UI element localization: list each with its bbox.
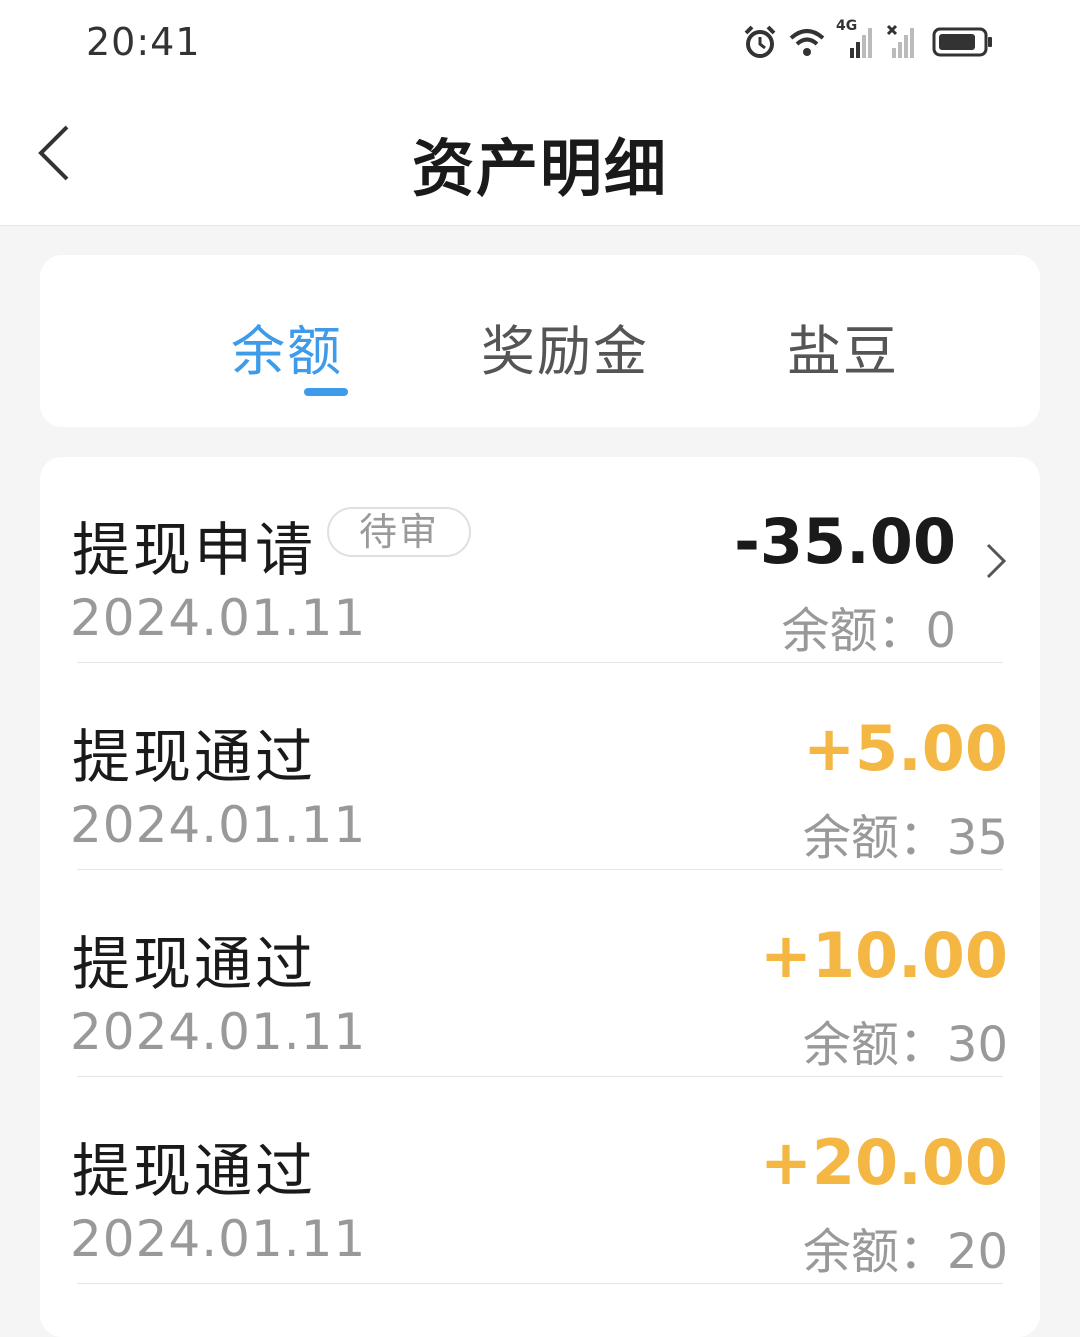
status-time: 20:41 xyxy=(86,20,201,64)
status-icons: 4G xyxy=(742,18,994,62)
transaction-title: 提现通过 xyxy=(72,1137,317,1205)
active-tab-indicator xyxy=(304,388,348,396)
status-badge: 待审 xyxy=(327,507,471,557)
transaction-amount: -35.00 xyxy=(734,505,956,578)
battery-icon xyxy=(932,26,994,58)
tab-reward[interactable]: 奖励金 xyxy=(481,307,649,386)
transaction-amount: +20.00 xyxy=(759,1126,1008,1199)
page-title: 资产明细 xyxy=(411,132,668,205)
transaction-date: 2024.01.11 xyxy=(70,1003,367,1061)
status-bar: 20:41 4G xyxy=(0,0,1080,88)
tab-balance[interactable]: 余额 xyxy=(231,307,343,386)
divider xyxy=(77,1283,1003,1284)
divider xyxy=(77,662,1003,663)
transaction-amount: +10.00 xyxy=(759,919,1008,992)
transaction-balance: 余额：20 xyxy=(802,1224,1008,1280)
signal-4g-icon: 4G xyxy=(836,18,876,60)
transaction-balance: 余额：30 xyxy=(802,1017,1008,1073)
tabs-card: 余额 奖励金 盐豆 xyxy=(40,255,1040,427)
app-header: 资产明细 xyxy=(0,88,1080,226)
tab-salt-beans[interactable]: 盐豆 xyxy=(787,307,899,386)
divider xyxy=(77,1076,1003,1077)
wifi-icon xyxy=(788,26,826,58)
transaction-date: 2024.01.11 xyxy=(70,1210,367,1268)
network-label: 4G xyxy=(836,18,858,34)
list-item[interactable]: 提现通过 2024.01.11 +10.00 余额：30 xyxy=(40,871,1040,1077)
list-item[interactable]: 提现通过 2024.01.11 +5.00 余额：35 xyxy=(40,664,1040,870)
transaction-title: 提现通过 xyxy=(72,723,317,791)
transaction-balance: 余额：0 xyxy=(781,603,956,659)
signal-no-sim-icon xyxy=(886,24,922,60)
chevron-right-icon xyxy=(986,543,1007,579)
transaction-title: 提现通过 xyxy=(72,930,317,998)
transaction-balance: 余额：35 xyxy=(802,810,1008,866)
transaction-amount: +5.00 xyxy=(803,712,1008,785)
transaction-title: 提现申请 xyxy=(72,516,317,584)
transactions-list: 提现申请 待审 2024.01.11 -35.00 余额：0 提现通过 2024… xyxy=(40,457,1040,1337)
list-item[interactable]: 提现通过 2024.01.11 +20.00 余额：20 xyxy=(40,1078,1040,1284)
alarm-icon xyxy=(742,24,778,60)
list-item[interactable]: 提现申请 待审 2024.01.11 -35.00 余额：0 xyxy=(40,457,1040,663)
transaction-date: 2024.01.11 xyxy=(70,796,367,854)
transaction-date: 2024.01.11 xyxy=(70,589,367,647)
divider xyxy=(77,869,1003,870)
